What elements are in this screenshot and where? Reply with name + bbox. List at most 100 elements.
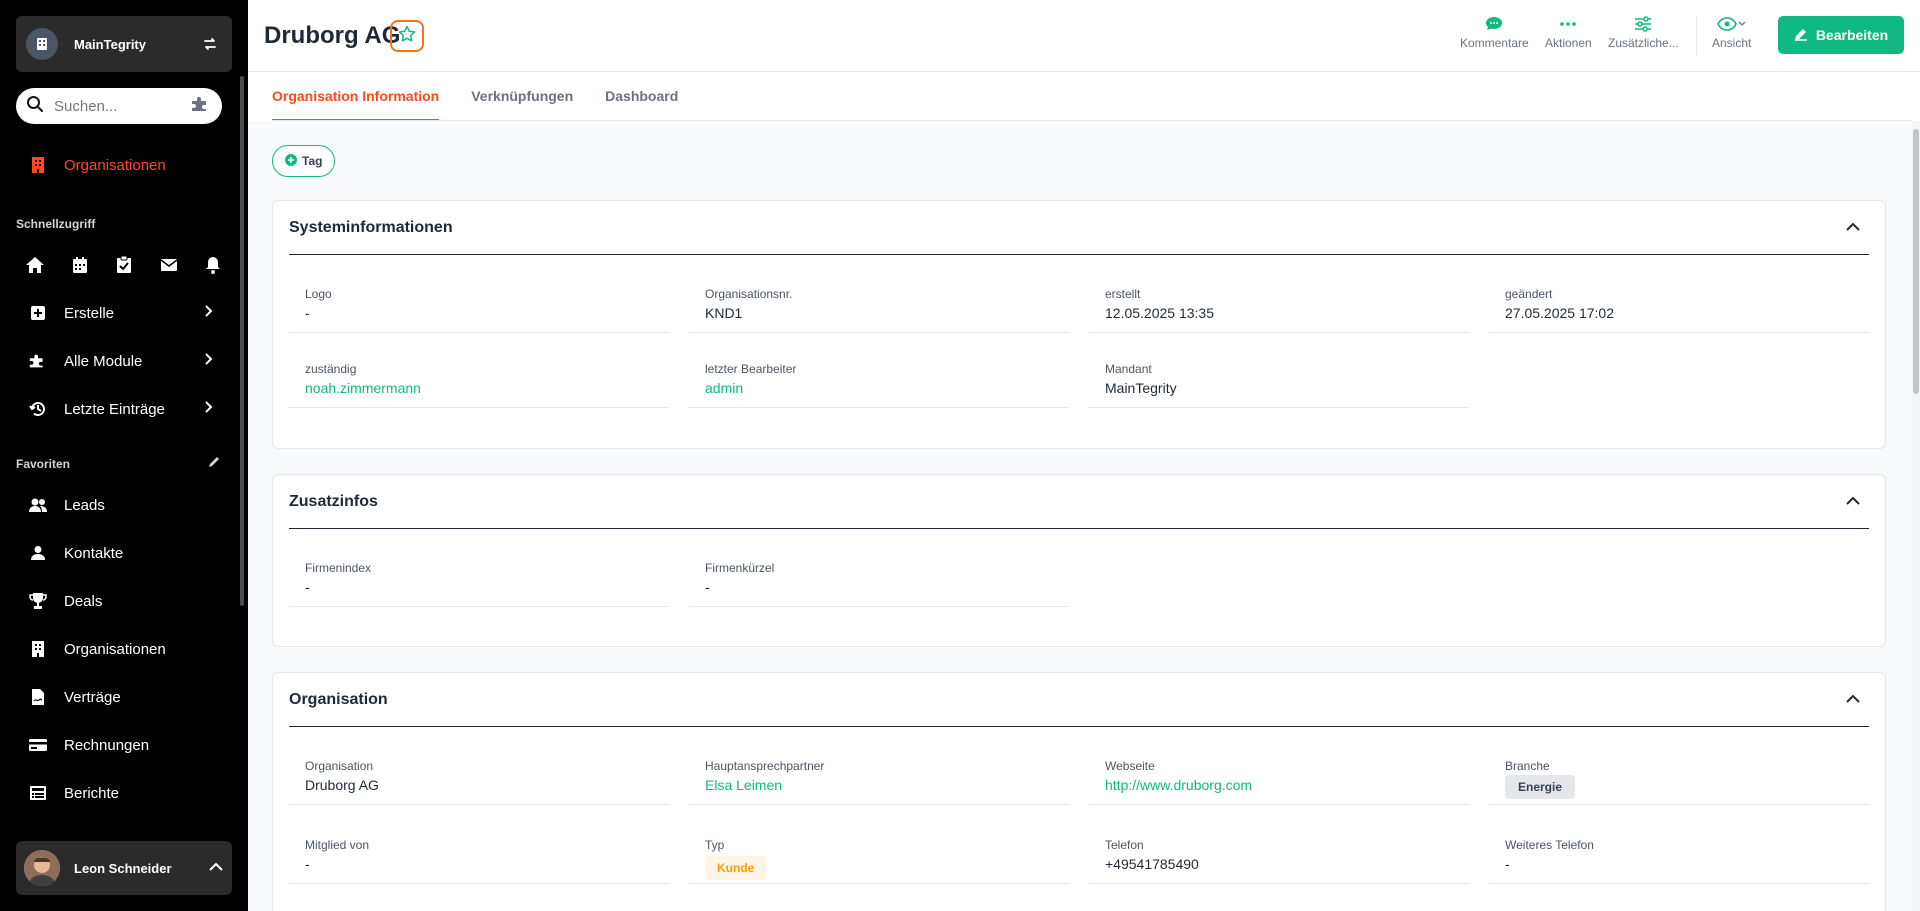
field-label: geändert — [1505, 287, 1553, 301]
sidebar-item-kontakte[interactable]: Kontakte — [16, 533, 222, 573]
field-value: - — [305, 579, 310, 595]
additional-button[interactable]: Zusätzliche... — [1608, 14, 1679, 50]
puzzle-icon[interactable] — [190, 96, 212, 117]
view-button[interactable]: Ansicht — [1712, 14, 1751, 50]
chevron-right-icon — [204, 304, 214, 322]
sidebar-item-letzte-eintraege[interactable]: Letzte Einträge — [16, 389, 222, 429]
comments-button[interactable]: Kommentare — [1460, 14, 1529, 50]
chevron-up-icon[interactable] — [208, 859, 224, 877]
credit-card-icon — [28, 735, 48, 755]
field-letzter-bearbeiter: letzter Bearbeiter admin — [689, 346, 1069, 408]
bell-icon[interactable] — [202, 254, 224, 276]
search-box[interactable] — [16, 88, 222, 124]
star-icon — [398, 25, 416, 48]
favorite-button[interactable] — [390, 20, 424, 52]
field-label: Weiteres Telefon — [1505, 838, 1594, 852]
tab-organisation-information[interactable]: Organisation Information — [272, 72, 440, 121]
field-value: 27.05.2025 17:02 — [1505, 305, 1614, 321]
main-area: Druborg AG Kommentare Aktionen Zusätzlic… — [248, 0, 1920, 911]
field-value: Druborg AG — [305, 777, 379, 793]
field-zustaendig: zuständig noah.zimmermann — [289, 346, 669, 408]
users-icon — [28, 495, 48, 515]
sidebar-item-label: Alle Module — [64, 352, 143, 370]
eye-icon — [1716, 14, 1747, 34]
sidebar-item-alle-module[interactable]: Alle Module — [16, 341, 222, 381]
search-input[interactable] — [54, 97, 164, 115]
search-icon — [26, 95, 44, 118]
header-divider — [1696, 16, 1697, 56]
website-link[interactable]: http://www.druborg.com — [1105, 777, 1252, 793]
quick-access-bar — [24, 254, 224, 276]
owner-link[interactable]: noah.zimmermann — [305, 380, 421, 396]
sidebar-item-label: Organisationen — [64, 640, 166, 658]
plus-circle-icon — [285, 153, 297, 169]
card-header[interactable]: Zusatzinfos — [289, 475, 1869, 529]
building-icon — [28, 155, 48, 175]
sidebar-item-label: Berichte — [64, 784, 120, 802]
pencil-icon[interactable] — [207, 455, 221, 474]
add-tag-label: Tag — [302, 154, 323, 168]
card-zusatzinfos: Zusatzinfos Firmenindex - Firmenkürzel - — [272, 474, 1886, 647]
chevron-up-icon[interactable] — [1845, 493, 1861, 511]
field-label: erstellt — [1105, 287, 1141, 301]
sidebar-item-deals[interactable]: Deals — [16, 581, 222, 621]
calendar-icon[interactable] — [69, 254, 91, 276]
sidebar-scrollbar[interactable] — [240, 76, 244, 606]
sidebar-item-organisationen-primary[interactable]: Organisationen — [16, 145, 222, 185]
card-header[interactable]: Organisation — [289, 673, 1869, 727]
chat-icon — [1485, 14, 1503, 34]
tab-dashboard[interactable]: Dashboard — [605, 72, 678, 120]
puzzle-icon — [28, 351, 48, 371]
add-tag-button[interactable]: Tag — [272, 145, 336, 177]
sidebar-item-vertraege[interactable]: Verträge — [16, 677, 222, 717]
workspace-name: MainTegrity — [74, 36, 146, 52]
field-label: Telefon — [1105, 838, 1144, 852]
tab-bar: Organisation Information Verknüpfungen D… — [272, 72, 710, 121]
field-firmenindex: Firmenindex - — [289, 545, 669, 607]
last-editor-link[interactable]: admin — [705, 380, 743, 396]
sidebar-item-erstelle[interactable]: Erstelle — [16, 293, 222, 333]
sidebar-item-label: Leads — [64, 496, 105, 514]
field-label: Typ — [705, 838, 725, 852]
user-name: Leon Schneider — [74, 860, 172, 876]
home-icon[interactable] — [24, 254, 46, 276]
sliders-icon — [1634, 14, 1652, 34]
field-mitglied-von: Mitglied von - — [289, 822, 669, 884]
chevron-up-icon[interactable] — [1845, 691, 1861, 709]
chevron-right-icon — [204, 400, 214, 418]
scrollbar-thumb[interactable] — [1913, 129, 1919, 394]
chevron-right-icon — [204, 352, 214, 370]
field-label: letzter Bearbeiter — [705, 362, 797, 376]
field-value: KND1 — [705, 305, 743, 321]
field-value: - — [305, 305, 310, 321]
tab-verknuepfungen[interactable]: Verknüpfungen — [471, 72, 573, 120]
contact-link[interactable]: Elsa Leimen — [705, 777, 782, 793]
main-scrollbar[interactable] — [1912, 121, 1920, 911]
user-menu[interactable]: Leon Schneider — [16, 841, 232, 895]
mail-icon[interactable] — [158, 254, 180, 276]
contract-icon — [28, 687, 48, 707]
card-header[interactable]: Systeminformationen — [289, 201, 1869, 255]
edit-button[interactable]: Bearbeiten — [1778, 16, 1904, 54]
page-header: Druborg AG Kommentare Aktionen Zusätzlic… — [248, 0, 1920, 72]
report-icon — [28, 783, 48, 803]
workspace-switcher[interactable]: MainTegrity — [16, 16, 232, 72]
switch-icon[interactable] — [198, 32, 222, 56]
sidebar-item-organisationen[interactable]: Organisationen — [16, 629, 222, 669]
field-value: - — [305, 856, 310, 872]
favorites-label: Favoriten — [16, 457, 71, 471]
chevron-up-icon[interactable] — [1845, 219, 1861, 237]
sidebar-item-label: Verträge — [64, 688, 121, 706]
field-value: MainTegrity — [1105, 380, 1177, 396]
sidebar-item-leads[interactable]: Leads — [16, 485, 222, 525]
field-value: 12.05.2025 13:35 — [1105, 305, 1214, 321]
plus-square-icon — [28, 303, 48, 323]
task-icon[interactable] — [113, 254, 135, 276]
sidebar-item-berichte[interactable]: Berichte — [16, 773, 222, 813]
history-icon — [28, 399, 48, 419]
more-icon — [1560, 14, 1577, 34]
actions-button[interactable]: Aktionen — [1545, 14, 1592, 50]
field-label: zuständig — [305, 362, 357, 376]
field-label: Webseite — [1105, 759, 1155, 773]
sidebar-item-rechnungen[interactable]: Rechnungen — [16, 725, 222, 765]
